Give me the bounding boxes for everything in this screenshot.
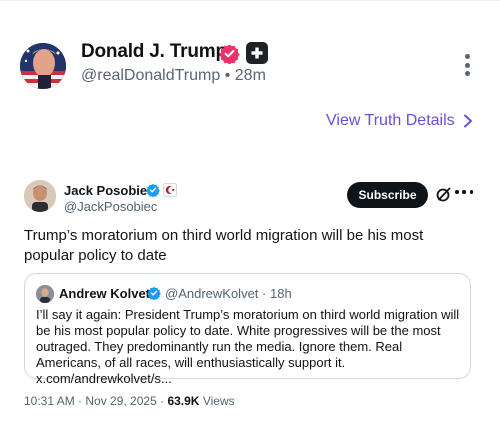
verified-icon	[146, 183, 160, 198]
quoted-handle-time: @AndrewKolvet · 18h	[165, 286, 292, 301]
views-count: 63.9K	[167, 394, 200, 408]
quoted-time: 18h	[270, 286, 292, 301]
author-name[interactable]: Donald J. Trump	[81, 41, 227, 63]
separator-dot: •	[224, 67, 231, 84]
author-handle[interactable]: @realDonaldTrump	[81, 67, 220, 84]
embedded-author-name[interactable]: Jack Posobiec	[64, 183, 154, 198]
top-divider	[0, 0, 500, 1]
flag-badge-icon	[163, 183, 177, 197]
more-horizontal-icon[interactable]	[455, 186, 473, 198]
views-label: Views	[202, 394, 235, 408]
post-timestamp[interactable]: 10:31 AM · Nov 29, 2025 ·	[24, 394, 164, 408]
quoted-separator: ·	[262, 286, 267, 301]
quoted-verified-icon	[147, 286, 161, 301]
quoted-post-card[interactable]: Andrew Kolvet @AndrewKolvet · 18h I’ll s…	[24, 273, 471, 386]
quoted-post-text: I’ll say it again: President Trump’s mor…	[36, 307, 460, 386]
chevron-right-icon	[463, 114, 472, 128]
post-time[interactable]: 28m	[235, 67, 266, 84]
quoted-author-handle: @AndrewKolvet	[165, 286, 259, 301]
subscribe-button[interactable]: Subscribe	[347, 182, 428, 208]
embedded-post-text: Trump’s moratorium on third world migrat…	[24, 227, 424, 264]
quoted-author-avatar	[36, 285, 54, 303]
grok-icon[interactable]	[435, 186, 452, 203]
embedded-author-avatar[interactable]	[24, 180, 56, 212]
author-avatar[interactable]	[20, 43, 66, 89]
view-details-label: View Truth Details	[326, 112, 455, 129]
quoted-author-name: Andrew Kolvet	[59, 286, 151, 301]
view-truth-details-link[interactable]: View Truth Details	[326, 112, 473, 130]
embedded-author-handle[interactable]: @JackPosobiec	[64, 199, 157, 214]
verified-badge-icon	[219, 43, 240, 65]
more-vertical-icon[interactable]	[459, 52, 475, 78]
post-meta: 10:31 AM · Nov 29, 2025 · 63.9K Views	[24, 394, 235, 408]
plus-badge-icon	[246, 42, 268, 64]
handle-and-time: @realDonaldTrump • 28m	[81, 67, 266, 85]
